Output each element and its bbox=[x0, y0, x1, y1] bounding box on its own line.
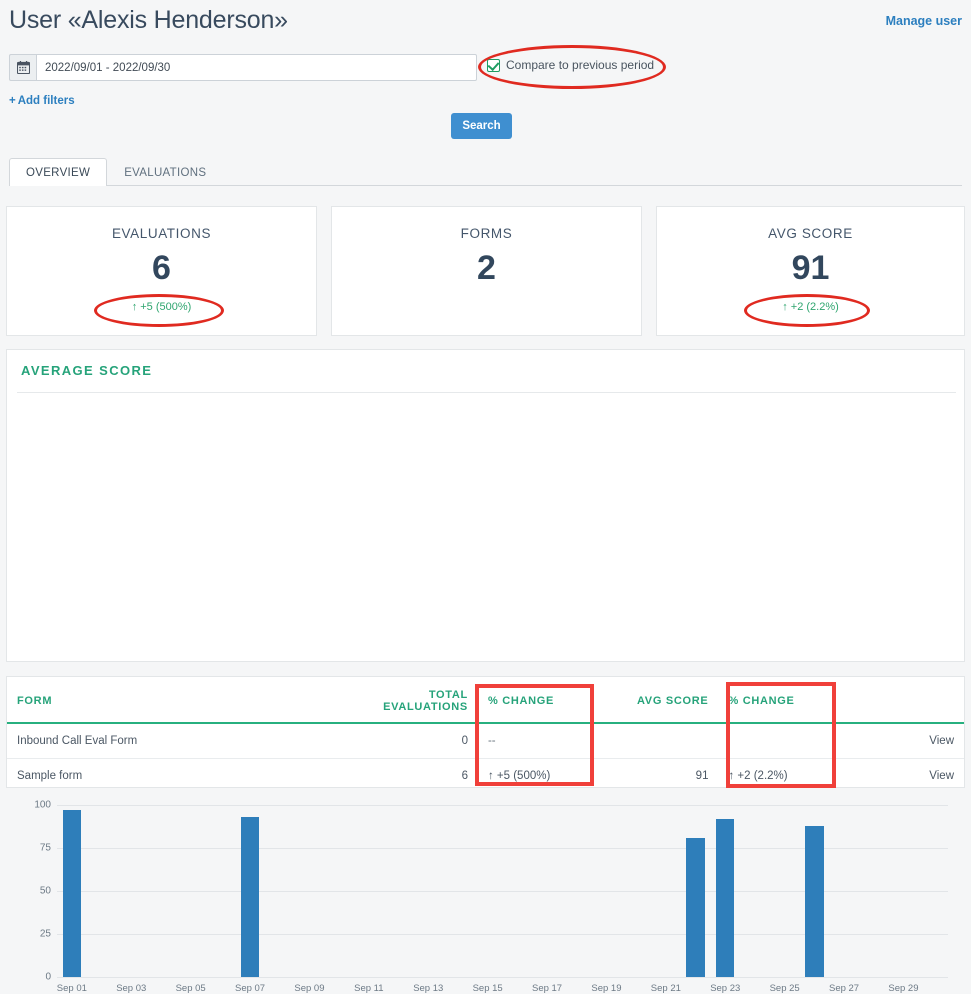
cell-eval-change: ↑ +5 (500%) bbox=[478, 759, 598, 794]
tab-bar: OVERVIEW EVALUATIONS bbox=[9, 155, 962, 186]
table-row: Sample form 6 ↑ +5 (500%) 91 ↑ +2 (2.2%)… bbox=[7, 759, 964, 794]
add-filters-label: Add filters bbox=[18, 95, 75, 107]
chart-bar[interactable] bbox=[686, 838, 704, 977]
forms-table: FORM TOTAL EVALUATIONS % CHANGE AVG SCOR… bbox=[7, 677, 964, 793]
stat-card-delta: ↑ +2 (2.2%) bbox=[782, 301, 839, 313]
chart-x-tick-label: Sep 29 bbox=[888, 983, 918, 994]
chart-bar[interactable] bbox=[241, 817, 259, 977]
up-arrow-icon: ↑ bbox=[132, 301, 138, 313]
chart-x-tick-label: Sep 01 bbox=[57, 983, 87, 994]
chart-x-tick-label: Sep 15 bbox=[473, 983, 503, 994]
calendar-icon[interactable] bbox=[9, 54, 36, 81]
column-header-form: FORM bbox=[7, 677, 358, 723]
date-range-input[interactable] bbox=[36, 54, 477, 81]
cell-score-change-text: +2 (2.2%) bbox=[737, 770, 787, 782]
column-header-eval-change: % CHANGE bbox=[478, 677, 598, 723]
stat-card-evaluations: EVALUATIONS 6 ↑ +5 (500%) bbox=[6, 206, 317, 336]
chart-x-tick-label: Sep 23 bbox=[710, 983, 740, 994]
cell-score-change: ↑ +2 (2.2%) bbox=[718, 759, 848, 794]
stat-card-value: 6 bbox=[152, 251, 171, 285]
chart-plot-area: 0255075100125Sep 01Sep 03Sep 05Sep 07Sep… bbox=[7, 350, 966, 663]
chart-bar[interactable] bbox=[63, 810, 81, 977]
chart-bar[interactable] bbox=[716, 819, 734, 977]
cell-eval-change-text: +5 (500%) bbox=[497, 770, 550, 782]
chart-x-tick-label: Sep 27 bbox=[829, 983, 859, 994]
average-score-chart-panel: AVERAGE SCORE 0255075100125Sep 01Sep 03S… bbox=[6, 349, 965, 662]
chart-x-tick-label: Sep 07 bbox=[235, 983, 265, 994]
stat-cards: EVALUATIONS 6 ↑ +5 (500%) FORMS 2 AVG SC… bbox=[6, 206, 965, 336]
stat-card-value: 91 bbox=[792, 251, 830, 285]
stat-card-avg-score: AVG SCORE 91 ↑ +2 (2.2%) bbox=[656, 206, 965, 336]
chart-x-tick-label: Sep 19 bbox=[591, 983, 621, 994]
add-filters-link[interactable]: +Add filters bbox=[9, 95, 75, 107]
view-link[interactable]: View bbox=[849, 723, 964, 759]
chart-x-tick-label: Sep 25 bbox=[770, 983, 800, 994]
stat-card-delta-text: +5 (500%) bbox=[140, 301, 191, 313]
chart-y-tick-label: 50 bbox=[15, 886, 51, 897]
up-arrow-icon: ↑ bbox=[488, 770, 494, 782]
stat-card-delta-text: +2 (2.2%) bbox=[791, 301, 839, 313]
stat-card-value: 2 bbox=[477, 251, 496, 285]
column-header-score-change: % CHANGE bbox=[718, 677, 848, 723]
plus-icon: + bbox=[9, 95, 16, 107]
chart-y-tick-label: 25 bbox=[15, 929, 51, 940]
cell-score-change bbox=[718, 723, 848, 759]
forms-table-panel: FORM TOTAL EVALUATIONS % CHANGE AVG SCOR… bbox=[6, 676, 965, 788]
chart-y-tick-label: 100 bbox=[15, 800, 51, 811]
column-header-avg-score: AVG SCORE bbox=[598, 677, 718, 723]
filter-row bbox=[9, 54, 477, 81]
compare-previous-period-group[interactable]: Compare to previous period bbox=[487, 58, 654, 72]
chart-gridline bbox=[57, 805, 948, 806]
table-row: Inbound Call Eval Form 0 -- View bbox=[7, 723, 964, 759]
cell-eval-change: -- bbox=[478, 723, 598, 759]
manage-user-link[interactable]: Manage user bbox=[886, 14, 962, 28]
column-header-total-evaluations: TOTAL EVALUATIONS bbox=[358, 677, 478, 723]
cell-total-evaluations: 0 bbox=[358, 723, 478, 759]
chart-gridline bbox=[57, 977, 948, 978]
compare-checkbox[interactable] bbox=[487, 59, 500, 72]
cell-form-name[interactable]: Inbound Call Eval Form bbox=[7, 723, 358, 759]
stat-card-label: EVALUATIONS bbox=[112, 226, 211, 241]
cell-avg-score bbox=[598, 723, 718, 759]
table-header-row: FORM TOTAL EVALUATIONS % CHANGE AVG SCOR… bbox=[7, 677, 964, 723]
search-button[interactable]: Search bbox=[451, 113, 512, 139]
chart-bar[interactable] bbox=[805, 826, 823, 977]
compare-checkbox-label: Compare to previous period bbox=[506, 58, 654, 72]
chart-x-tick-label: Sep 05 bbox=[176, 983, 206, 994]
tab-overview[interactable]: OVERVIEW bbox=[9, 158, 107, 186]
tab-evaluations[interactable]: EVALUATIONS bbox=[107, 158, 223, 186]
column-header-actions bbox=[849, 677, 964, 723]
chart-y-tick-label: 0 bbox=[15, 972, 51, 983]
date-range-group bbox=[9, 54, 477, 81]
page-title: User «Alexis Henderson» bbox=[9, 6, 288, 35]
chart-x-tick-label: Sep 21 bbox=[651, 983, 681, 994]
chart-y-tick-label: 75 bbox=[15, 843, 51, 854]
cell-avg-score: 91 bbox=[598, 759, 718, 794]
chart-x-tick-label: Sep 09 bbox=[294, 983, 324, 994]
stat-card-label: FORMS bbox=[461, 226, 513, 241]
chart-x-tick-label: Sep 03 bbox=[116, 983, 146, 994]
chart-x-tick-label: Sep 13 bbox=[413, 983, 443, 994]
page-header: User «Alexis Henderson» Manage user bbox=[0, 0, 971, 46]
chart-x-tick-label: Sep 11 bbox=[354, 983, 383, 994]
stat-card-forms: FORMS 2 bbox=[331, 206, 642, 336]
cell-total-evaluations: 6 bbox=[358, 759, 478, 794]
stat-card-label: AVG SCORE bbox=[768, 226, 853, 241]
up-arrow-icon: ↑ bbox=[782, 301, 788, 313]
stat-card-delta: ↑ +5 (500%) bbox=[132, 301, 192, 313]
chart-x-tick-label: Sep 17 bbox=[532, 983, 562, 994]
cell-form-name[interactable]: Sample form bbox=[7, 759, 358, 794]
up-arrow-icon: ↑ bbox=[728, 770, 734, 782]
view-link[interactable]: View bbox=[849, 759, 964, 794]
